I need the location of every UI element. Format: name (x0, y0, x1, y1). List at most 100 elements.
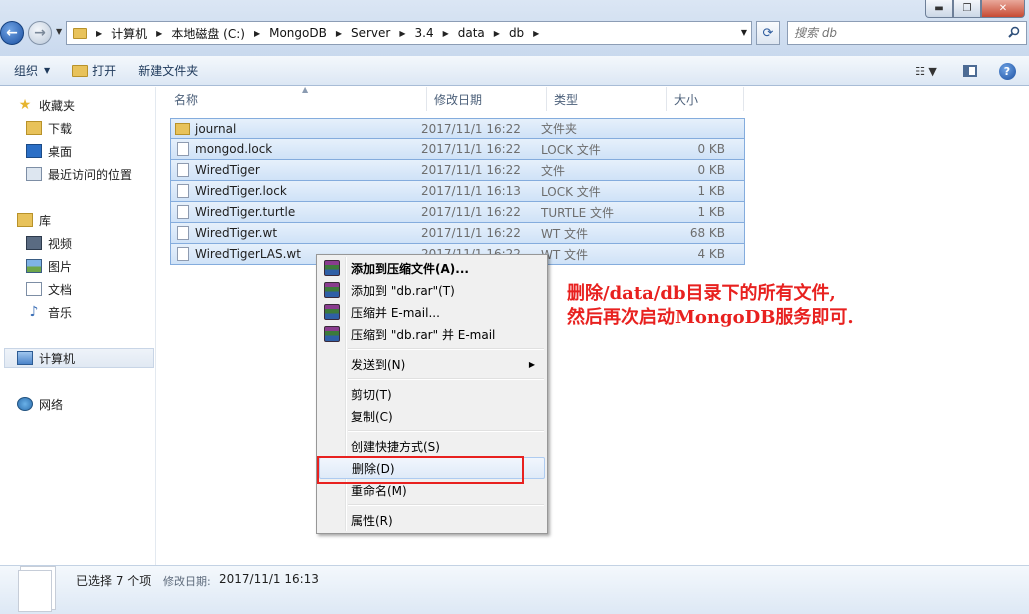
new-folder-button[interactable]: 新建文件夹 (130, 59, 206, 83)
table-row[interactable]: WiredTiger.lock 2017/11/1 16:13 LOCK 文件 … (170, 181, 745, 202)
nav-music[interactable]: ♪ 音乐 (26, 302, 72, 322)
breadcrumb-db[interactable]: db (503, 22, 530, 44)
menu-item-cut[interactable]: 剪切(T) (319, 383, 545, 405)
menu-item-copy[interactable]: 复制(C) (319, 405, 545, 427)
organize-button[interactable]: 组织 ▼ (6, 59, 58, 83)
column-header-name[interactable]: 名称 ▲ (167, 85, 427, 111)
chevron-right-icon[interactable]: ▶ (333, 29, 345, 38)
table-row[interactable]: WiredTiger.wt 2017/11/1 16:22 WT 文件 68 K… (170, 223, 745, 244)
folder-icon (73, 27, 87, 39)
search-input[interactable] (794, 26, 994, 40)
file-icon (177, 184, 189, 198)
table-row[interactable]: WiredTiger 2017/11/1 16:22 文件 0 KB (170, 160, 745, 181)
menu-item-add-to-archive[interactable]: 添加到压缩文件(A)... (319, 257, 545, 279)
computer-icon (17, 351, 33, 365)
address-input[interactable]: ▶ 计算机 ▶ 本地磁盘 (C:) ▶ MongoDB ▶ Server ▶ 3… (66, 21, 752, 45)
search-box[interactable] (787, 21, 1027, 45)
column-header-type[interactable]: 类型 (547, 87, 667, 111)
nav-documents[interactable]: 文档 (26, 279, 72, 299)
window-controls: ▬ ❐ ✕ (925, 0, 1025, 18)
table-row[interactable]: WiredTiger.turtle 2017/11/1 16:22 TURTLE… (170, 202, 745, 223)
open-button[interactable]: 打开 (64, 59, 124, 83)
nav-videos[interactable]: 视频 (26, 233, 72, 253)
help-icon: ? (998, 62, 1016, 80)
forward-button[interactable]: → (28, 21, 52, 45)
breadcrumb-computer[interactable]: 计算机 (105, 22, 153, 44)
maximize-button[interactable]: ❐ (953, 0, 981, 18)
multiple-files-icon (18, 570, 52, 612)
chevron-right-icon[interactable]: ▶ (440, 29, 452, 38)
open-folder-icon (72, 64, 89, 77)
change-view-button[interactable]: ☷ ▼ (906, 60, 946, 82)
nav-desktop-label: 桌面 (48, 144, 73, 159)
arrow-right-icon: → (34, 25, 46, 41)
close-icon: ✕ (998, 3, 1008, 14)
preview-pane-button[interactable] (958, 60, 982, 82)
table-row[interactable]: mongod.lock 2017/11/1 16:22 LOCK 文件 0 KB (170, 139, 745, 160)
file-name: mongod.lock (195, 142, 273, 156)
file-name: WiredTigerLAS.wt (195, 247, 301, 261)
nav-libraries-label: 库 (39, 213, 52, 228)
chevron-right-icon[interactable]: ▶ (93, 29, 105, 38)
menu-item-create-shortcut[interactable]: 创建快捷方式(S) (319, 435, 545, 457)
file-icon (177, 163, 189, 177)
menu-separator (348, 430, 544, 432)
chevron-right-icon[interactable]: ▶ (251, 29, 263, 38)
context-menu: 添加到压缩文件(A)... 添加到 "db.rar"(T) 压缩并 E-mail… (316, 254, 548, 534)
chevron-right-icon[interactable]: ▶ (396, 29, 408, 38)
address-history-dropdown[interactable]: ▼ (741, 28, 747, 37)
breadcrumb-version[interactable]: 3.4 (409, 22, 440, 44)
nav-computer[interactable]: 计算机 (4, 348, 154, 368)
refresh-button[interactable]: ⟳ (756, 21, 780, 45)
menu-item-add-to-rar[interactable]: 添加到 "db.rar"(T) (319, 279, 545, 301)
star-icon: ★ (18, 97, 32, 113)
file-icon (177, 226, 189, 240)
documents-icon (26, 282, 42, 296)
command-toolbar: 组织 ▼ 打开 新建文件夹 ☷ ▼ ? (0, 56, 1029, 86)
menu-item-compress-rar-email[interactable]: 压缩到 "db.rar" 并 E-mail (319, 323, 545, 345)
recent-pages-dropdown[interactable]: ▼ (56, 27, 62, 36)
file-type: 文件 (541, 163, 566, 178)
breadcrumb-server[interactable]: Server (345, 22, 396, 44)
menu-item-properties[interactable]: 属性(R) (319, 509, 545, 531)
file-date: 2017/11/1 16:13 (421, 184, 521, 198)
chevron-right-icon[interactable]: ▶ (530, 29, 542, 38)
nav-favorites[interactable]: ★ 收藏夹 (17, 95, 75, 115)
help-button[interactable]: ? (996, 60, 1018, 82)
back-button[interactable]: ← (0, 21, 24, 45)
file-date: 2017/11/1 16:22 (421, 205, 521, 219)
folder-icon (175, 122, 190, 135)
column-modified-label: 修改日期 (434, 92, 483, 107)
nav-recent-places[interactable]: 最近访问的位置 (26, 164, 132, 184)
chevron-right-icon[interactable]: ▶ (153, 29, 165, 38)
file-name: WiredTiger.turtle (195, 205, 296, 219)
menu-item-compress-email[interactable]: 压缩并 E-mail... (319, 301, 545, 323)
breadcrumb-local-disk[interactable]: 本地磁盘 (C:) (165, 22, 251, 44)
nav-downloads[interactable]: 下载 (26, 118, 72, 138)
column-header-size[interactable]: 大小 (667, 87, 744, 111)
menu-separator (348, 348, 544, 350)
nav-network[interactable]: 网络 (17, 394, 63, 414)
nav-libraries[interactable]: 库 (17, 210, 51, 230)
minimize-button[interactable]: ▬ (925, 0, 953, 18)
chevron-right-icon[interactable]: ▶ (491, 29, 503, 38)
table-row[interactable]: journal 2017/11/1 16:22 文件夹 (170, 118, 745, 139)
nav-computer-label: 计算机 (39, 351, 76, 366)
breadcrumb-data[interactable]: data (452, 22, 491, 44)
file-date: 2017/11/1 16:22 (421, 163, 521, 177)
nav-pictures[interactable]: 图片 (26, 256, 72, 276)
menu-item-send-to[interactable]: 发送到(N) ▶ (319, 353, 545, 375)
refresh-icon: ⟳ (762, 25, 774, 41)
column-header-modified[interactable]: 修改日期 (427, 87, 547, 111)
close-button[interactable]: ✕ (981, 0, 1025, 18)
nav-desktop[interactable]: 桌面 (26, 141, 72, 161)
file-name: WiredTiger (195, 163, 260, 177)
menu-label: 添加到压缩文件(A)... (351, 261, 469, 276)
menu-label: 属性(R) (351, 513, 393, 528)
breadcrumb-mongodb[interactable]: MongoDB (263, 22, 333, 44)
address-bar-area: ▬ ❐ ✕ ← → ▼ ▶ 计算机 ▶ 本地磁盘 (C:) ▶ MongoDB … (0, 0, 1029, 56)
downloads-folder-icon (26, 121, 42, 135)
arrow-left-icon: ← (6, 25, 18, 41)
search-icon[interactable] (1008, 26, 1020, 38)
file-date: 2017/11/1 16:22 (421, 142, 521, 156)
